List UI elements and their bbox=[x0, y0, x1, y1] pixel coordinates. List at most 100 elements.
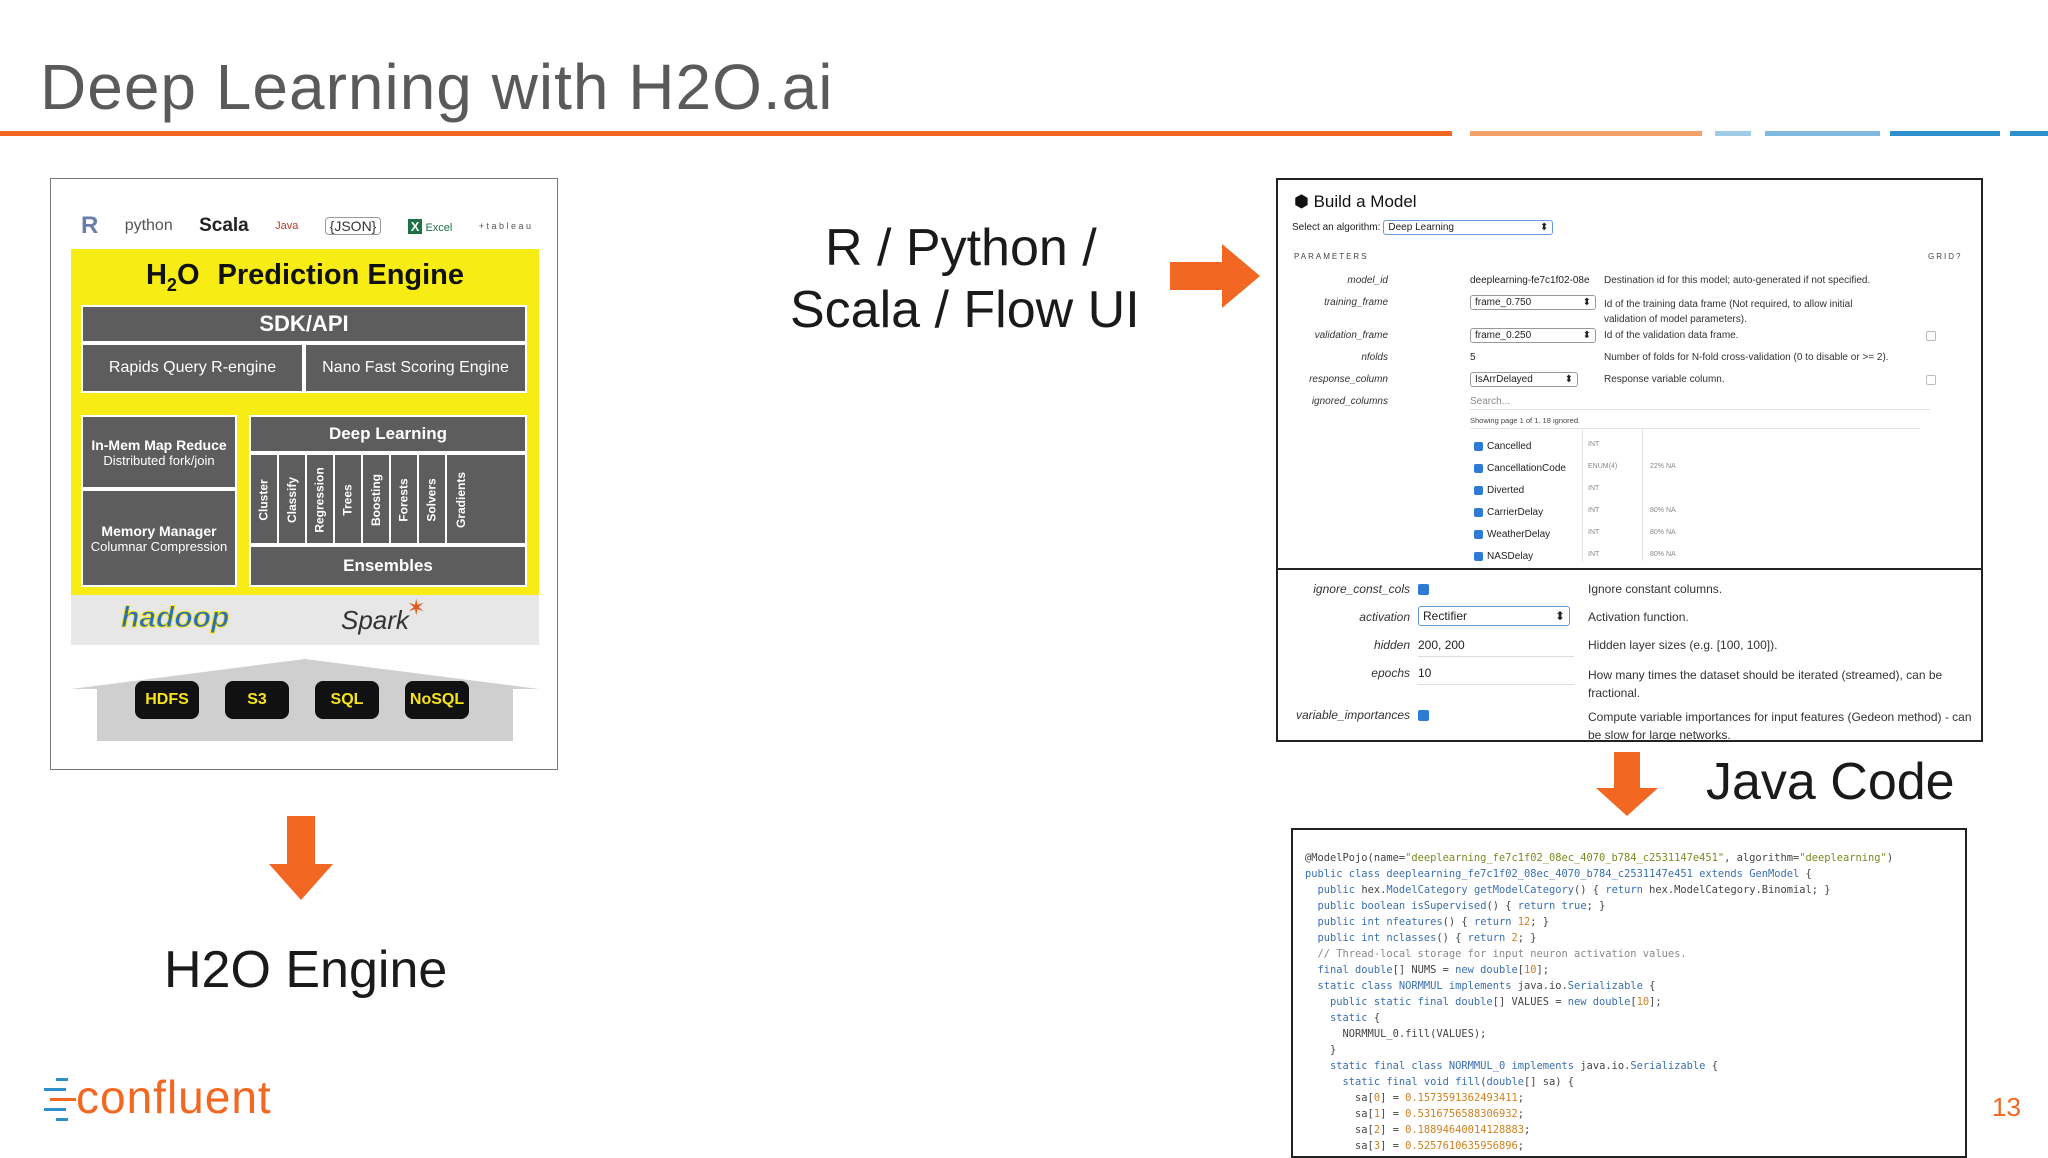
nfolds-input[interactable]: 5 bbox=[1470, 352, 1598, 363]
column-na: 80% NA bbox=[1650, 507, 1676, 514]
code-line: static class NORMMUL implements java.io.… bbox=[1317, 980, 1656, 992]
java-logo: Java bbox=[275, 220, 299, 232]
ignored-columns-table: Cancelled INT CancellationCode ENUM(4) 2… bbox=[1470, 428, 1920, 562]
column-name: NASDelay bbox=[1487, 551, 1534, 562]
page-number: 13 bbox=[1992, 1092, 2021, 1122]
checkbox-checked-icon[interactable] bbox=[1474, 551, 1483, 561]
code-string: "deeplearning" bbox=[1799, 852, 1887, 864]
store-nosql: NoSQL bbox=[405, 681, 469, 719]
ignored-column-row[interactable]: Cancelled bbox=[1474, 441, 1531, 452]
rapids-label: Rapids Query R-engine bbox=[108, 359, 277, 376]
arrow-down-java-icon bbox=[1614, 752, 1640, 792]
response-column-select[interactable]: IsArrDelayed ⬍ bbox=[1470, 372, 1578, 387]
ignore-const-cols-checkbox[interactable] bbox=[1418, 584, 1429, 595]
prediction-engine-title: H2O Prediction Engine bbox=[71, 259, 539, 296]
h2o-logo: H2O bbox=[145, 259, 200, 295]
checkbox-checked-icon[interactable] bbox=[1474, 507, 1483, 517]
grid-checkbox-validation[interactable] bbox=[1926, 331, 1936, 341]
select-arrows-icon: ⬍ bbox=[1582, 297, 1591, 308]
hidden-input[interactable]: 200, 200 bbox=[1418, 638, 1574, 657]
code-line: static { bbox=[1330, 1012, 1381, 1024]
spark-star-icon: ✶ bbox=[407, 595, 426, 620]
r-logo-icon: R bbox=[81, 212, 99, 239]
title-rule-blue-end bbox=[2010, 131, 2048, 136]
algorithm-classify: Classify bbox=[279, 455, 307, 545]
ignored-column-row[interactable]: CarrierDelay bbox=[1474, 507, 1543, 518]
param-desc-ignore-const-cols: Ignore constant columns. bbox=[1588, 582, 1723, 596]
column-name: Diverted bbox=[1487, 485, 1525, 496]
param-desc-epochs: How many times the dataset should be ite… bbox=[1588, 668, 1943, 700]
algorithm-solvers: Solvers bbox=[419, 455, 447, 545]
parameters-heading: PARAMETERS bbox=[1294, 252, 1369, 261]
code-line: NORMMUL_0.fill(VALUES); bbox=[1305, 1028, 1487, 1040]
code-line: sa[1] = 0.5316756588306932; bbox=[1305, 1108, 1524, 1120]
scala-logo: Scala bbox=[199, 215, 249, 236]
excel-logo: X Excel bbox=[407, 218, 453, 234]
ignored-column-row[interactable]: Diverted bbox=[1474, 485, 1524, 496]
ignored-column-row[interactable]: NASDelay bbox=[1474, 551, 1533, 562]
algorithm-trees: Trees bbox=[335, 455, 363, 545]
training-frame-value: frame_0.750 bbox=[1475, 297, 1532, 308]
param-label-model-id: model_id bbox=[1347, 275, 1388, 286]
excel-label: Excel bbox=[425, 221, 453, 234]
algorithm-select[interactable]: Deep Learning ⬍ bbox=[1383, 220, 1554, 235]
languages-label-line2: Scala / Flow UI bbox=[790, 281, 1140, 339]
tableau-logo: + t a b l e a u bbox=[478, 221, 531, 231]
inmem-box: In-Mem Map Reduce Distributed fork/join bbox=[81, 415, 237, 489]
deep-learning-box: Deep Learning bbox=[249, 415, 527, 453]
arrow-right-flow-head-icon bbox=[1222, 244, 1260, 308]
code-line: static final void fill(double[] sa) { bbox=[1342, 1076, 1575, 1088]
column-name: Cancelled bbox=[1487, 441, 1532, 452]
code-line: } bbox=[1305, 1044, 1337, 1056]
code-line: public boolean isSupervised() { return t… bbox=[1317, 900, 1606, 912]
ignored-column-row[interactable]: WeatherDelay bbox=[1474, 529, 1550, 540]
param-desc-model-id: Destination id for this model; auto-gene… bbox=[1604, 275, 1871, 286]
languages-label-line1: R / Python / bbox=[825, 219, 1097, 277]
build-model-title: Build a Model bbox=[1313, 192, 1417, 211]
logo-dash bbox=[56, 1118, 68, 1121]
param-label-nfolds: nfolds bbox=[1361, 352, 1388, 363]
column-type: INT bbox=[1588, 441, 1600, 448]
logo-dash bbox=[44, 1108, 66, 1111]
algorithm-cluster: Cluster bbox=[251, 455, 279, 545]
cube-icon: ⬢ bbox=[1294, 192, 1309, 211]
param-model-id-input[interactable]: deeplearning-fe7c1f02-08e bbox=[1470, 275, 1598, 286]
memory-title: Memory Manager bbox=[101, 522, 217, 539]
checkbox-checked-icon[interactable] bbox=[1474, 529, 1483, 539]
training-frame-select[interactable]: frame_0.750 ⬍ bbox=[1470, 295, 1596, 310]
validation-frame-select[interactable]: frame_0.250 ⬍ bbox=[1470, 328, 1596, 343]
inmem-title: In-Mem Map Reduce bbox=[91, 436, 227, 453]
store-hdfs: HDFS bbox=[135, 681, 199, 719]
arrow-down-h2o-icon bbox=[287, 816, 315, 868]
h2o-architecture-diagram: R python Scala Java {JSON} X Excel + t a… bbox=[50, 178, 558, 770]
checkbox-checked-icon[interactable] bbox=[1474, 463, 1483, 473]
confluent-logo-text: confluent bbox=[76, 1071, 272, 1123]
checkbox-checked-icon[interactable] bbox=[1474, 441, 1483, 451]
algorithm-regression: Regression bbox=[307, 455, 335, 545]
param-desc-activation: Activation function. bbox=[1588, 610, 1689, 624]
column-na: 22% NA bbox=[1650, 463, 1676, 470]
param-desc-validation-frame: Id of the validation data frame. bbox=[1604, 330, 1739, 341]
select-arrows-icon: ⬍ bbox=[1582, 330, 1591, 341]
checkbox-checked-icon[interactable] bbox=[1474, 485, 1483, 495]
rapids-box: Rapids Query R-engine bbox=[81, 343, 304, 393]
algorithm-forests: Forests bbox=[391, 455, 419, 545]
store-sql: SQL bbox=[315, 681, 379, 719]
code-line: @ModelPojo(name="deeplearning_fe7c1f02_0… bbox=[1305, 852, 1894, 864]
algorithm-boosting: Boosting bbox=[363, 455, 391, 545]
slide-title: Deep Learning with H2O.ai bbox=[40, 51, 834, 123]
param-desc-nfolds: Number of folds for N-fold cross-validat… bbox=[1604, 352, 1889, 363]
code-line: sa[0] = 0.1573591362493411; bbox=[1305, 1092, 1524, 1104]
spark-logo: Spark bbox=[341, 605, 409, 635]
ignored-columns-search[interactable]: Search... bbox=[1470, 396, 1930, 410]
variable-importances-checkbox[interactable] bbox=[1418, 710, 1429, 721]
activation-select[interactable]: Rectifier ⬍ bbox=[1418, 606, 1570, 626]
code-line: static final class NORMMUL_0 implements … bbox=[1330, 1060, 1718, 1072]
ignored-column-row[interactable]: CancellationCode bbox=[1474, 463, 1566, 474]
grid-checkbox-response[interactable] bbox=[1926, 375, 1936, 385]
param-label-training-frame: training_frame bbox=[1324, 297, 1388, 308]
epochs-input[interactable]: 10 bbox=[1418, 666, 1574, 685]
param-label-epochs: epochs bbox=[1371, 666, 1410, 680]
prediction-engine-panel: H2O Prediction Engine SDK/API Rapids Quer… bbox=[71, 249, 539, 595]
param-label-response-column: response_column bbox=[1309, 374, 1388, 385]
